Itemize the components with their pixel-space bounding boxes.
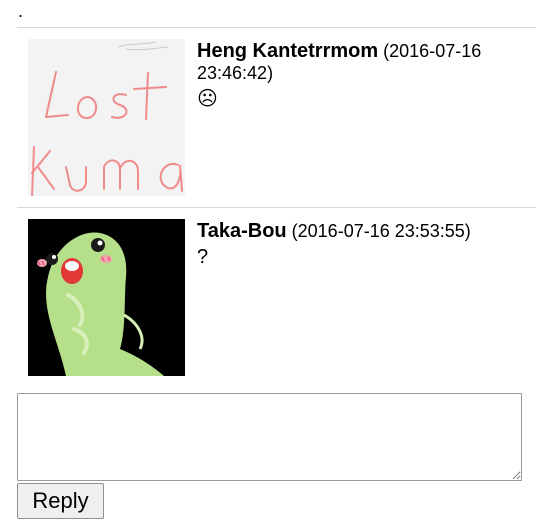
comment-author[interactable]: Heng Kantetrrmom xyxy=(197,40,378,62)
green-creature-avatar-icon[interactable] xyxy=(28,219,185,376)
avatar-image xyxy=(28,39,185,196)
comment-meta: Heng Kantetrrmom (2016-07-16 23:46:42) ☹ xyxy=(197,40,532,112)
reply-textarea[interactable] xyxy=(17,393,522,481)
comment-meta: Taka-Bou (2016-07-16 23:53:55) ? xyxy=(197,220,532,270)
comment-item: Taka-Bou (2016-07-16 23:53:55) ? xyxy=(17,208,536,388)
comment-timestamp: (2016-07-16 23:53:55) xyxy=(291,221,471,241)
leading-dot: . xyxy=(18,1,24,21)
reply-button[interactable]: Reply xyxy=(17,483,104,519)
avatar-image xyxy=(28,219,185,376)
comment-message: ? xyxy=(197,246,209,268)
comment-item: Heng Kantetrrmom (2016-07-16 23:46:42) ☹ xyxy=(17,28,536,208)
comment-author[interactable]: Taka-Bou xyxy=(197,220,287,242)
handwriting-avatar-icon[interactable] xyxy=(28,39,185,196)
comment-message: ☹ xyxy=(197,88,218,110)
